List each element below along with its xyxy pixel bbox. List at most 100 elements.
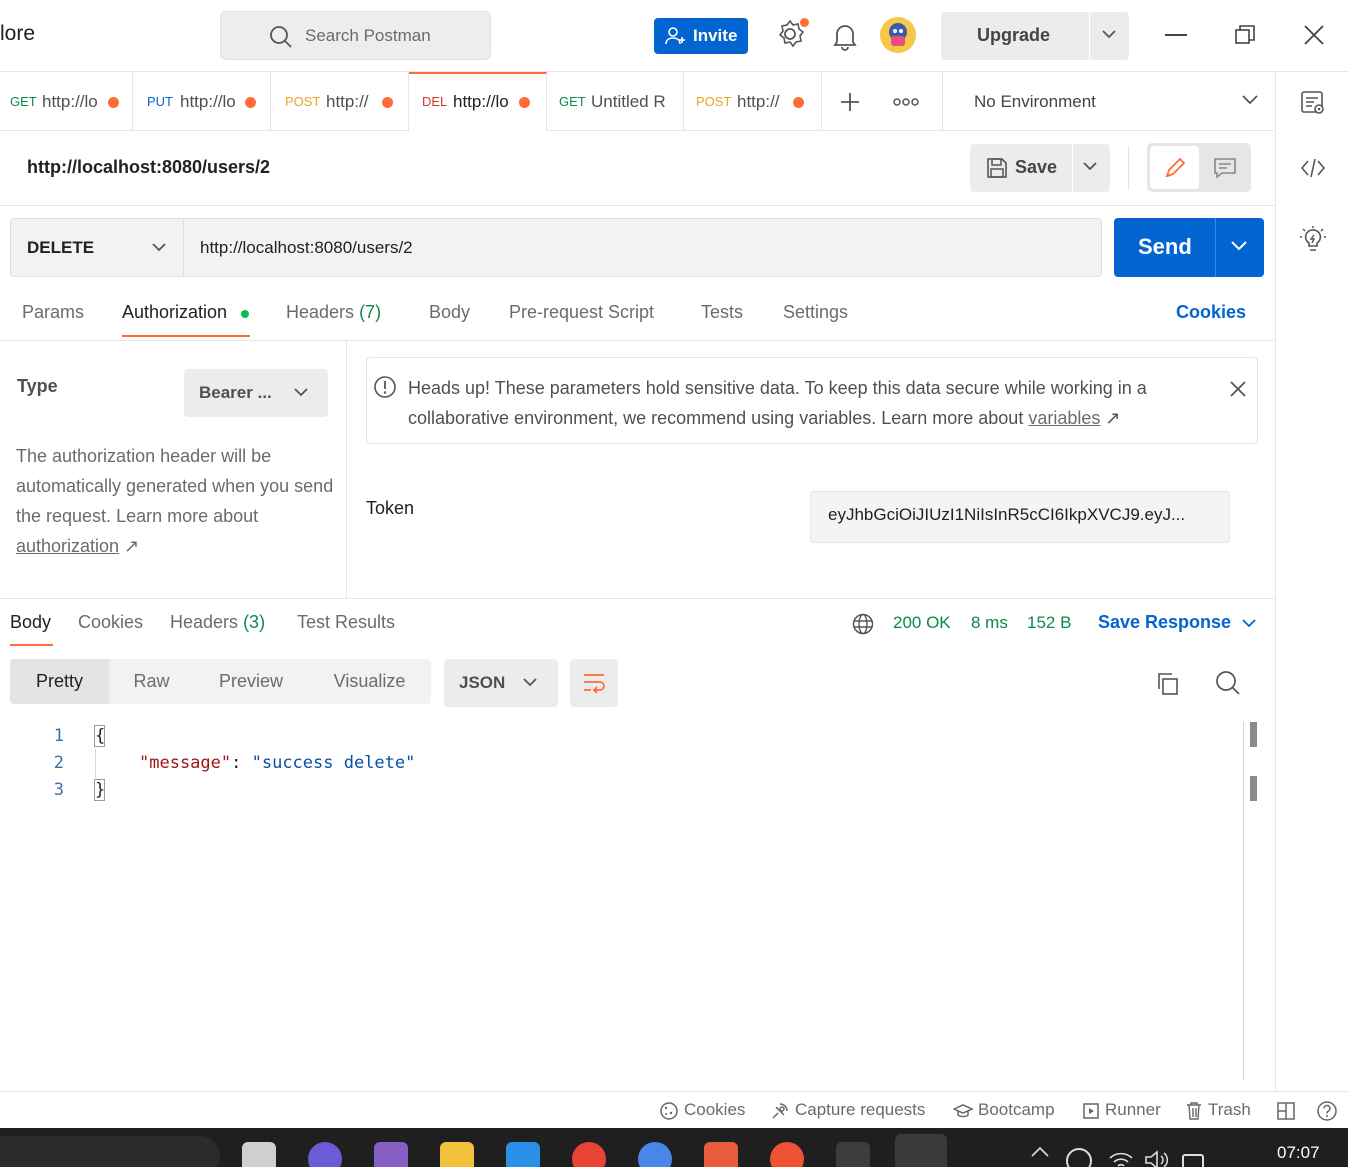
bell-icon[interactable] — [830, 20, 860, 52]
visual-studio-icon[interactable] — [374, 1142, 408, 1167]
help-icon[interactable] — [1316, 1100, 1343, 1122]
status-code[interactable]: 200 OK — [893, 613, 951, 633]
url-value: http://localhost:8080/users/2 — [200, 238, 413, 257]
postman-taskbar-icon[interactable] — [895, 1134, 947, 1167]
close-icon[interactable] — [1229, 380, 1247, 398]
edit-mode-button[interactable] — [1150, 146, 1199, 189]
cookies-link[interactable]: Cookies — [1176, 302, 1246, 323]
footer-capture-requests[interactable]: Capture requests — [770, 1100, 925, 1121]
response-tab-body[interactable]: Body — [10, 612, 51, 633]
request-tab-active[interactable]: DEL http://lo — [409, 72, 547, 131]
request-tab[interactable]: GET Untitled R — [547, 72, 684, 131]
auth-description: The authorization header will be automat… — [16, 441, 334, 561]
tab-authorization[interactable]: Authorization — [122, 302, 227, 323]
tab-body[interactable]: Body — [429, 302, 470, 323]
chevron-up-icon[interactable] — [1030, 1146, 1050, 1166]
code-icon[interactable] — [1300, 156, 1326, 180]
request-tab[interactable]: GET http://lo — [0, 72, 133, 131]
tab-url: http://lo — [453, 92, 509, 111]
save-response-button[interactable]: Save Response — [1098, 612, 1231, 633]
response-size[interactable]: 152 B — [1027, 613, 1071, 633]
tab-pre-request-script[interactable]: Pre-request Script — [509, 302, 654, 323]
folder-icon[interactable] — [440, 1142, 474, 1167]
vscode-icon[interactable] — [506, 1142, 540, 1167]
auth-type-select[interactable]: Bearer ... — [184, 369, 328, 417]
layout-toggle-icon[interactable] — [1276, 1100, 1301, 1121]
plus-icon[interactable] — [838, 90, 866, 118]
search-input[interactable]: Search Postman — [220, 11, 491, 60]
response-tab-cookies[interactable]: Cookies — [78, 612, 143, 633]
taskbar-widget[interactable] — [0, 1136, 220, 1167]
copy-icon[interactable] — [1155, 671, 1181, 697]
response-tab-test-results[interactable]: Test Results — [297, 612, 395, 633]
upgrade-button[interactable]: Upgrade — [941, 12, 1129, 60]
tab-headers[interactable]: Headers (7) — [286, 302, 381, 323]
tab-params[interactable]: Params — [22, 302, 84, 323]
more-horizontal-icon[interactable] — [892, 96, 920, 108]
active-tab-indicator — [10, 644, 53, 646]
window-restore-icon[interactable] — [1234, 24, 1256, 46]
url-input[interactable]: http://localhost:8080/users/2 — [183, 218, 1102, 277]
footer-runner[interactable]: Runner — [1082, 1100, 1161, 1120]
chevron-down-icon[interactable] — [1231, 240, 1247, 252]
send-button[interactable]: Send — [1114, 218, 1264, 277]
unsaved-dot — [382, 97, 393, 108]
response-tab-headers[interactable]: Headers (3) — [170, 612, 265, 633]
wifi-icon[interactable] — [1108, 1150, 1134, 1167]
view-visualize[interactable]: Visualize — [308, 659, 431, 704]
view-preview[interactable]: Preview — [194, 659, 308, 704]
wrap-lines-button[interactable] — [570, 659, 618, 707]
chrome-icon[interactable] — [572, 1142, 606, 1167]
chrome-profile-icon[interactable] — [638, 1142, 672, 1167]
sync-icon[interactable] — [1066, 1148, 1092, 1167]
search-icon[interactable] — [1215, 670, 1241, 696]
window-close-icon[interactable] — [1303, 24, 1325, 46]
token-input[interactable]: eyJhbGciOiJIUzI1NiIsInR5cCI6IkpXVCJ9.eyJ… — [810, 491, 1230, 543]
request-tab[interactable]: PUT http://lo — [133, 72, 271, 131]
scrollbar[interactable] — [1243, 722, 1244, 1080]
tab-tests[interactable]: Tests — [701, 302, 743, 323]
request-tab[interactable]: POST http:// — [684, 72, 822, 131]
view-raw[interactable]: Raw — [109, 659, 194, 704]
volume-icon[interactable] — [1144, 1150, 1170, 1167]
send-label: Send — [1138, 234, 1192, 259]
lightbulb-icon[interactable] — [1300, 226, 1326, 254]
video-call-icon[interactable] — [308, 1142, 342, 1167]
chevron-down-icon[interactable] — [1242, 618, 1256, 628]
footer-trash[interactable]: Trash — [1185, 1100, 1251, 1121]
method-select[interactable]: DELETE — [10, 218, 183, 277]
file-icon[interactable] — [242, 1142, 276, 1167]
environment-select[interactable]: No Environment — [942, 72, 1274, 131]
invite-label: Invite — [693, 26, 738, 45]
format-select[interactable]: JSON — [444, 659, 558, 707]
terminal-icon[interactable] — [836, 1142, 870, 1167]
footer-bootcamp[interactable]: Bootcamp — [953, 1100, 1055, 1121]
comment-mode-button[interactable] — [1204, 146, 1248, 189]
invite-button[interactable]: Invite — [654, 18, 748, 54]
battery-icon[interactable] — [1182, 1154, 1204, 1167]
taskbar-clock[interactable]: 07:07 — [1277, 1143, 1320, 1163]
globe-icon[interactable] — [852, 613, 874, 635]
variables-link[interactable]: variables — [1028, 408, 1100, 428]
json-open-brace: { — [95, 726, 106, 746]
authorization-link[interactable]: authorization — [16, 536, 119, 556]
chevron-down-icon[interactable] — [1083, 161, 1097, 171]
environment-quick-look-icon[interactable] — [1300, 90, 1326, 116]
request-tab[interactable]: POST http:// — [271, 72, 409, 131]
footer-cookies[interactable]: Cookies — [659, 1100, 745, 1121]
tab-settings[interactable]: Settings — [783, 302, 848, 323]
runner-icon — [1083, 1102, 1099, 1119]
request-title[interactable]: http://localhost:8080/users/2 — [27, 157, 270, 178]
git-icon[interactable] — [770, 1142, 804, 1167]
divider — [0, 598, 1275, 599]
save-button[interactable]: Save — [970, 144, 1110, 192]
chevron-down-icon[interactable] — [1102, 29, 1116, 39]
app-icon[interactable] — [704, 1142, 738, 1167]
indent-guide — [95, 748, 96, 778]
avatar[interactable] — [880, 17, 916, 53]
view-pretty[interactable]: Pretty — [10, 659, 109, 704]
response-time[interactable]: 8 ms — [971, 613, 1008, 633]
divider — [1128, 146, 1129, 190]
json-close-brace: } — [95, 780, 106, 800]
window-minimize-icon[interactable] — [1165, 34, 1187, 36]
